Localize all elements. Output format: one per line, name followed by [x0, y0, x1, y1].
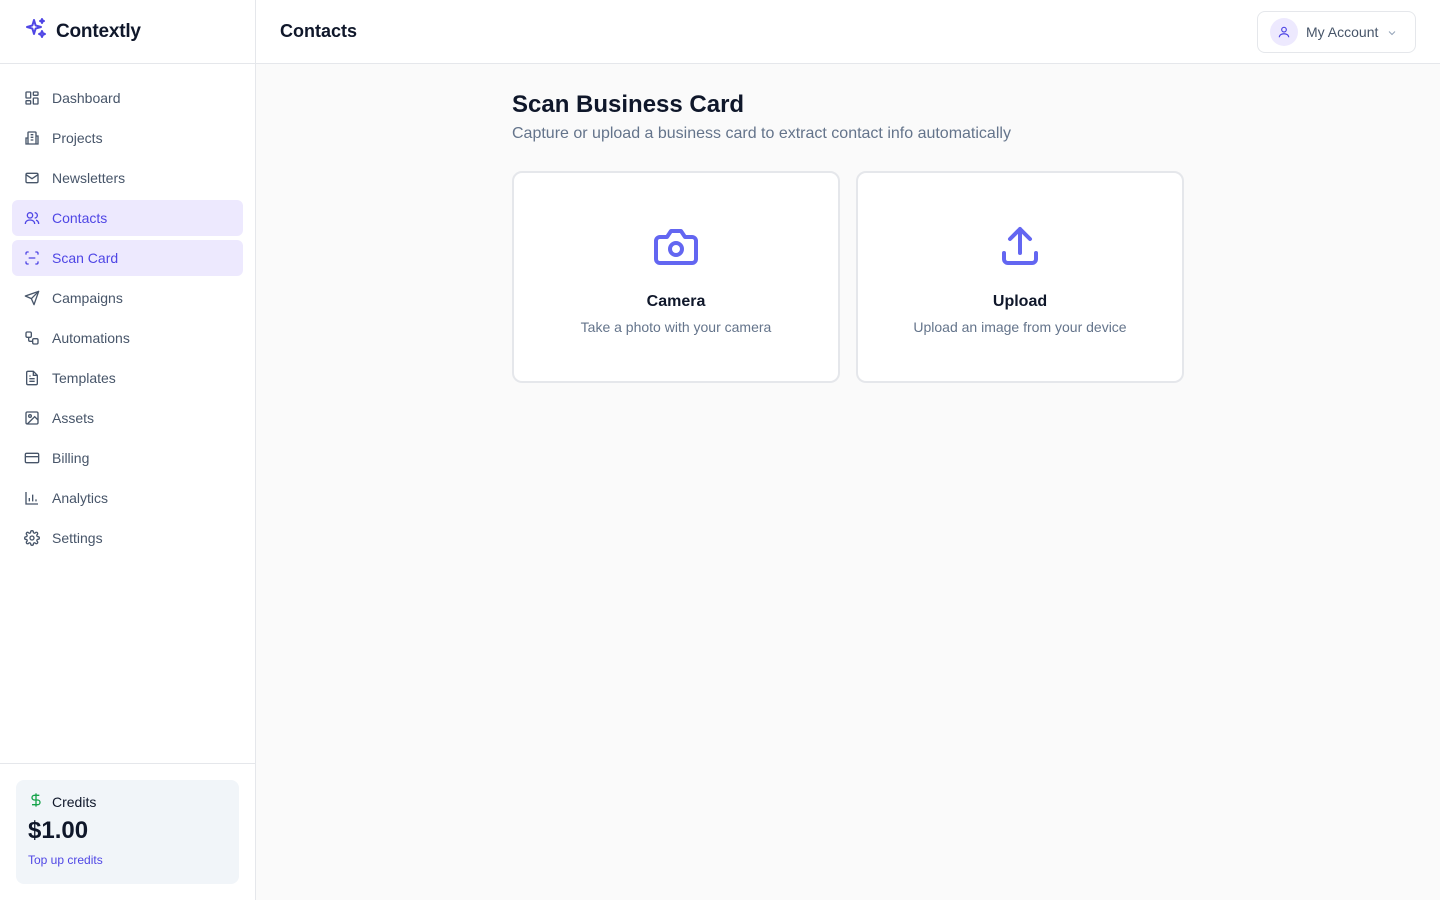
image-icon: [24, 410, 40, 426]
gear-icon: [24, 530, 40, 546]
account-label: My Account: [1306, 23, 1379, 40]
camera-option-card[interactable]: Camera Take a photo with your camera: [512, 171, 840, 383]
sidebar-item-campaigns[interactable]: Campaigns: [12, 280, 243, 316]
sidebar-item-contacts[interactable]: Contacts: [12, 200, 243, 236]
camera-icon: [652, 223, 700, 271]
avatar: [1270, 17, 1298, 46]
credits-label: Credits: [52, 793, 97, 810]
sparkles-logo-icon: [24, 17, 48, 46]
layout-grid-icon: [24, 90, 40, 106]
sidebar-item-analytics[interactable]: Analytics: [12, 480, 243, 516]
page-title: Scan Business Card: [512, 91, 745, 118]
credits-header: Credits: [28, 792, 227, 811]
sidebar-item-assets[interactable]: Assets: [12, 400, 243, 436]
users-icon: [24, 210, 40, 226]
sidebar-item-dashboard[interactable]: Dashboard: [12, 80, 243, 116]
credits-amount: $1.00: [28, 817, 89, 844]
file-text-icon: [24, 370, 40, 386]
sidebar-item-label: Billing: [52, 450, 90, 466]
sidebar-item-projects[interactable]: Projects: [12, 120, 243, 156]
brand[interactable]: Contextly: [0, 0, 255, 64]
sidebar-item-label: Automations: [52, 330, 130, 346]
account-menu-button[interactable]: My Account: [1257, 10, 1416, 53]
building-icon: [24, 130, 40, 146]
sidebar-item-label: Projects: [52, 130, 103, 146]
sidebar-item-label: Assets: [52, 410, 95, 426]
sidebar-item-label: Scan Card: [52, 250, 119, 266]
workflow-icon: [24, 330, 40, 346]
upload-icon: [996, 223, 1044, 271]
sidebar-item-label: Templates: [52, 370, 116, 386]
sidebar-item-settings[interactable]: Settings: [12, 520, 243, 556]
bar-chart-icon: [24, 490, 40, 506]
sidebar: Contextly Dashboard Projects Newsletters…: [0, 0, 256, 900]
chevron-down-icon: [1386, 26, 1398, 38]
sidebar-item-templates[interactable]: Templates: [12, 360, 243, 396]
sidebar-item-label: Settings: [52, 530, 103, 546]
capture-options: Camera Take a photo with your camera Upl…: [512, 171, 1184, 383]
main-content: Scan Business Card Capture or upload a b…: [512, 90, 1184, 383]
sidebar-item-billing[interactable]: Billing: [12, 440, 243, 476]
credits-section: Credits $1.00 Top up credits: [0, 763, 255, 900]
upload-option-description: Upload an image from your device: [913, 319, 1127, 335]
camera-option-description: Take a photo with your camera: [580, 319, 772, 335]
top-up-credits-link[interactable]: Top up credits: [28, 853, 103, 867]
sidebar-item-label: Newsletters: [52, 170, 126, 186]
upload-option-title: Upload: [992, 293, 1048, 310]
page-header-title: Contacts: [280, 21, 358, 41]
mail-icon: [24, 170, 40, 186]
top-bar: Contacts My Account: [256, 0, 1440, 64]
scan-icon: [24, 250, 40, 266]
sidebar-nav: Dashboard Projects Newsletters Contacts …: [0, 64, 255, 556]
app-name: Contextly: [56, 20, 141, 42]
sidebar-item-label: Campaigns: [52, 290, 123, 306]
sidebar-item-label: Dashboard: [52, 90, 121, 106]
sidebar-item-scan-card[interactable]: Scan Card: [12, 240, 243, 276]
send-icon: [24, 290, 40, 306]
upload-option-card[interactable]: Upload Upload an image from your device: [856, 171, 1184, 383]
credit-card-icon: [24, 450, 40, 466]
credits-card: Credits $1.00 Top up credits: [16, 780, 239, 884]
dollar-icon: [28, 792, 44, 811]
sidebar-item-label: Contacts: [52, 210, 108, 226]
sidebar-item-label: Analytics: [52, 490, 109, 506]
page-subtitle: Capture or upload a business card to ext…: [512, 125, 1011, 142]
sidebar-item-automations[interactable]: Automations: [12, 320, 243, 356]
camera-option-title: Camera: [646, 293, 706, 310]
sidebar-item-newsletters[interactable]: Newsletters: [12, 160, 243, 196]
